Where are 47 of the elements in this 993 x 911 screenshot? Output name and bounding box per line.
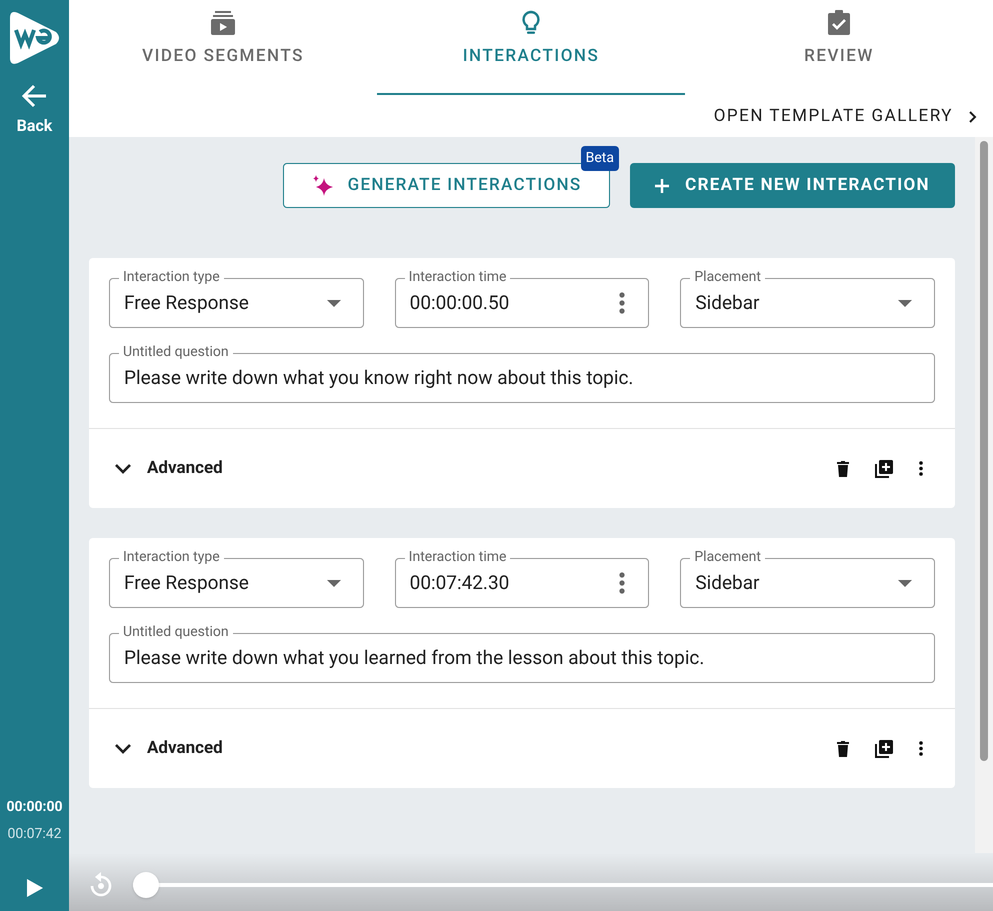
select-value: Free Response <box>124 570 249 596</box>
chevron-right-icon <box>969 110 977 123</box>
question-text: Please write down what you learned from the lesson about this topic. <box>124 644 704 671</box>
duplicate-icon[interactable] <box>875 460 893 478</box>
play-icon <box>26 879 42 897</box>
dropdown-caret-icon <box>898 580 912 586</box>
field-label: Untitled question <box>119 343 233 361</box>
tab[interactable]: REVIEW <box>685 0 993 95</box>
video-stack-icon <box>210 10 236 36</box>
create-interaction-button[interactable]: CREATE NEW INTERACTION <box>630 163 955 208</box>
dropdown-caret-icon <box>326 300 341 306</box>
dropdown-caret-icon <box>898 300 912 306</box>
question-text: Please write down what you know right now about this topic. <box>124 364 634 391</box>
trash-icon[interactable] <box>837 740 849 756</box>
tab[interactable]: VIDEO SEGMENTS <box>69 0 377 95</box>
progress-thumb[interactable] <box>133 872 159 898</box>
tab[interactable]: INTERACTIONS <box>377 0 685 95</box>
trash-icon[interactable] <box>837 460 849 476</box>
template-gallery-link[interactable]: OPEN TEMPLATE GALLERY <box>714 104 977 130</box>
select-value: Sidebar <box>695 290 760 316</box>
clipboard-check-icon <box>827 10 851 36</box>
select-value: Free Response <box>124 290 249 316</box>
field-label: Interaction type <box>119 268 224 286</box>
advanced-toggle[interactable]: Advanced <box>115 456 223 482</box>
duplicate-icon[interactable] <box>875 740 893 758</box>
advanced-toggle[interactable]: Advanced <box>115 736 223 762</box>
field-label: Untitled question <box>119 623 233 641</box>
field-label: Interaction type <box>119 548 224 566</box>
plus-icon <box>655 178 670 192</box>
back-button[interactable]: Back <box>16 84 52 138</box>
back-arrow-icon <box>22 84 48 108</box>
more-vertical-icon[interactable] <box>919 461 923 476</box>
lightbulb-icon <box>521 10 541 36</box>
select-value: Sidebar <box>695 570 760 596</box>
generate-interactions-button[interactable]: GENERATE INTERACTIONS <box>283 163 610 208</box>
dropdown-caret-icon <box>326 580 341 586</box>
beta-badge: Beta <box>580 146 619 171</box>
more-vertical-icon[interactable] <box>919 741 923 756</box>
total-time: 00:07:42 <box>8 825 62 844</box>
play-button[interactable] <box>26 879 42 897</box>
chevron-down-icon <box>115 744 131 754</box>
time-value: 00:07:42.30 <box>410 570 510 596</box>
current-time: 00:00:00 <box>6 798 63 817</box>
sparkle-icon <box>312 174 334 196</box>
chevron-down-icon <box>115 464 131 474</box>
time-value: 00:00:00.50 <box>410 290 510 316</box>
logo-icon <box>8 10 62 66</box>
